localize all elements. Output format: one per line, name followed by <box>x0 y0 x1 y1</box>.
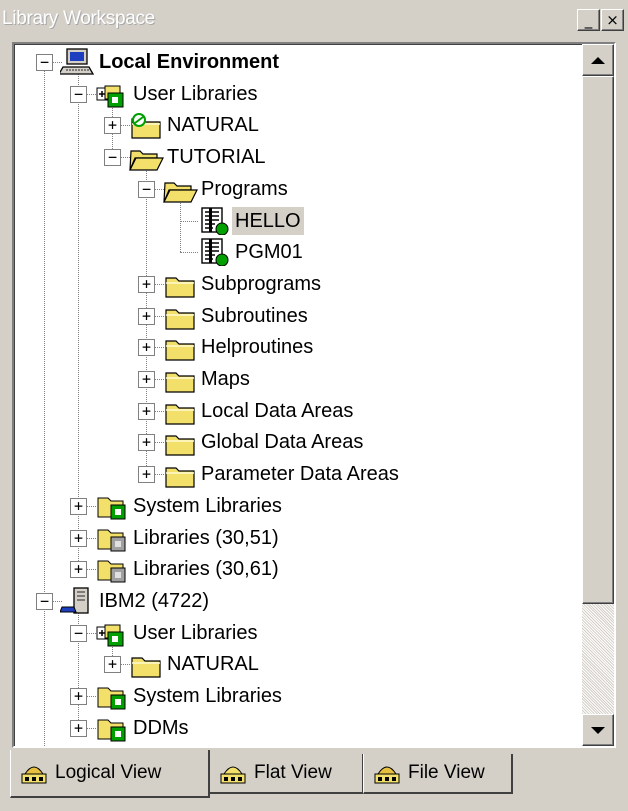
server-icon[interactable] <box>59 587 96 615</box>
tab-label: Logical View <box>55 762 162 783</box>
tree-node-label[interactable]: IBM2 (4722) <box>96 587 212 615</box>
tree-node-label[interactable]: User Libraries <box>130 619 260 647</box>
tree-node-label[interactable]: Helproutines <box>198 333 316 361</box>
collapse-icon[interactable]: − <box>36 54 53 71</box>
expand-icon[interactable]: + <box>138 434 155 452</box>
open-folder-icon[interactable] <box>128 143 164 171</box>
scrollbar-thumb[interactable] <box>582 76 614 604</box>
expand-icon[interactable]: + <box>104 656 121 674</box>
folder-icon[interactable] <box>162 270 198 298</box>
expand-icon[interactable]: + <box>70 688 87 705</box>
collapse-icon[interactable]: − <box>36 592 53 610</box>
expand-icon[interactable]: + <box>70 719 87 737</box>
computer-icon[interactable] <box>57 48 96 76</box>
expand-icon[interactable]: + <box>70 561 87 579</box>
tab-file-view[interactable]: File View <box>363 754 513 794</box>
system-libraries-icon[interactable] <box>94 714 130 742</box>
expand-icon[interactable]: + <box>138 371 155 388</box>
expand-icon[interactable]: + <box>138 466 155 484</box>
tree-node-label[interactable]: System Libraries <box>130 682 285 710</box>
tree-node-label[interactable]: Libraries (30,51) <box>130 524 282 552</box>
expand-icon[interactable]: + <box>104 117 121 135</box>
open-folder-icon[interactable] <box>162 175 198 203</box>
system-libraries-icon[interactable] <box>94 492 130 520</box>
tab-label: File View <box>408 762 485 783</box>
tree-node-label[interactable]: Parameter Data Areas <box>198 460 402 488</box>
vertical-scrollbar[interactable] <box>582 44 614 746</box>
expand-icon[interactable]: + <box>138 402 155 420</box>
tree-node-label[interactable]: NATURAL <box>164 650 262 678</box>
scroll-up-button[interactable] <box>582 44 614 76</box>
tree-node-label[interactable]: Maps <box>198 365 253 393</box>
folder-icon[interactable] <box>162 365 198 393</box>
window-title: Library Workspace <box>2 8 155 29</box>
gray-libraries-icon[interactable] <box>94 555 130 583</box>
library-workspace-window: Library Workspace _ × − Local Environmen… <box>0 0 628 811</box>
user-libraries-icon[interactable] <box>94 80 130 108</box>
tree-node-label[interactable]: System Libraries <box>130 492 285 520</box>
folder-icon[interactable] <box>162 428 198 456</box>
folder-icon[interactable] <box>162 460 198 488</box>
expand-icon[interactable]: + <box>138 307 155 325</box>
tree-node-label[interactable]: Local Environment <box>96 48 282 76</box>
tree-connector-line <box>78 72 79 570</box>
tree-node-label[interactable]: PGM01 <box>232 238 306 266</box>
system-libraries-icon[interactable] <box>94 682 130 710</box>
tree-node-label[interactable]: TUTORIAL <box>164 143 269 171</box>
down-arrow-icon <box>591 726 605 734</box>
program-icon[interactable] <box>196 238 232 267</box>
folder-icon[interactable] <box>128 650 164 678</box>
file-view-icon <box>372 760 402 786</box>
collapse-icon[interactable]: − <box>138 180 155 198</box>
expand-icon[interactable]: + <box>70 529 87 547</box>
folder-icon[interactable] <box>162 333 198 361</box>
tree-connector-line <box>44 62 45 746</box>
tree-node-label[interactable]: HELLO <box>232 206 304 235</box>
tree-connector-line <box>180 198 181 253</box>
folder-icon[interactable] <box>162 302 198 330</box>
minimize-button[interactable]: _ <box>577 9 600 31</box>
collapse-icon[interactable]: − <box>70 624 87 642</box>
expand-icon[interactable]: + <box>70 497 87 515</box>
tree-node-label[interactable]: Subroutines <box>198 302 311 330</box>
expand-icon[interactable]: + <box>138 339 155 357</box>
linked-folder-icon[interactable] <box>128 111 164 139</box>
view-tabs: Logical View Flat View File View <box>0 748 628 811</box>
collapse-icon[interactable]: − <box>70 85 87 103</box>
close-button[interactable]: × <box>601 9 624 31</box>
tree-node-label[interactable]: DDMs <box>130 714 192 742</box>
tree-node-label[interactable]: Programs <box>198 175 291 203</box>
flat-view-icon <box>218 760 248 786</box>
user-libraries-icon[interactable] <box>94 619 130 647</box>
tree-node-label[interactable]: User Libraries <box>130 80 260 108</box>
tree-panel: − Local Environment − User Libraries + NAT… <box>12 42 616 748</box>
library-tree: − Local Environment − User Libraries + NAT… <box>14 44 582 746</box>
logical-view-icon <box>19 760 49 786</box>
tree-node-label[interactable]: NATURAL <box>164 111 262 139</box>
tree-node-label[interactable]: Local Data Areas <box>198 397 356 425</box>
program-icon[interactable] <box>196 206 232 235</box>
tree-node-label[interactable]: Libraries (30,61) <box>130 555 282 583</box>
tree-node-label[interactable]: Subprograms <box>198 270 324 298</box>
tab-flat-view[interactable]: Flat View <box>209 754 364 794</box>
collapse-icon[interactable]: − <box>104 149 121 167</box>
tab-logical-view[interactable]: Logical View <box>10 750 210 798</box>
gray-libraries-icon[interactable] <box>94 524 130 552</box>
scroll-down-button[interactable] <box>582 714 614 746</box>
title-bar[interactable]: Library Workspace _ × <box>0 0 628 39</box>
expand-icon[interactable]: + <box>138 275 155 293</box>
folder-icon[interactable] <box>162 397 198 425</box>
up-arrow-icon <box>591 56 605 64</box>
tree-node-label[interactable]: Global Data Areas <box>198 428 366 456</box>
tab-label: Flat View <box>254 762 332 783</box>
